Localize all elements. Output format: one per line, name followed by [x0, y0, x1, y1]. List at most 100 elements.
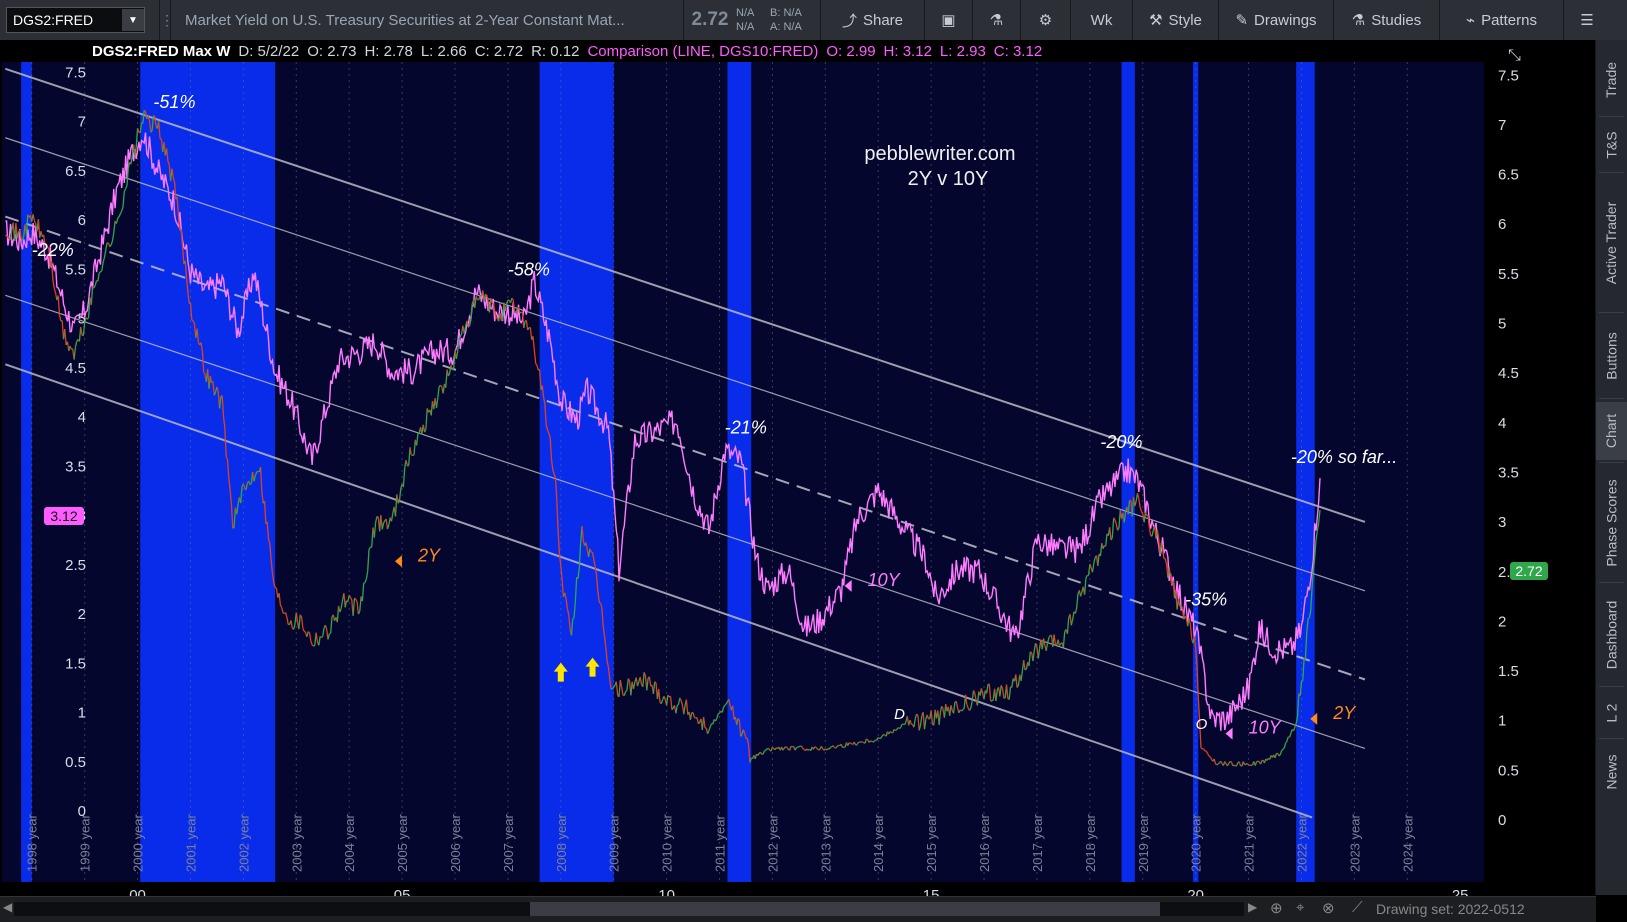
chart-annotation[interactable]: -58% [508, 260, 550, 280]
scrollbar-thumb[interactable] [530, 902, 1160, 916]
series-2y-segment [1218, 763, 1219, 764]
year-label: 2010 year [660, 814, 675, 872]
series-2y-segment [314, 645, 315, 646]
sidebar-item-news[interactable]: News [1596, 742, 1627, 802]
left-axis-tick: 4.5 [65, 360, 86, 377]
year-label: 1998 year [25, 814, 40, 872]
chart-annotation[interactable]: -22% [32, 240, 74, 260]
chart-annotation[interactable]: O [1196, 716, 1208, 733]
grip-icon[interactable]: ⋮ [160, 12, 170, 29]
year-label: 2015 year [924, 814, 939, 872]
style-button[interactable]: ⚒Style [1133, 0, 1219, 40]
bottom-bar: ◀ ▶ ⊕ ⌖ ⊗ ⟋ Drawing set: 2022-0512 [0, 896, 1596, 922]
series-2y-segment [819, 749, 820, 750]
drawings-button[interactable]: ✎Drawings [1219, 0, 1334, 40]
gear-icon: ⚙ [1039, 11, 1052, 29]
scroll-right-icon[interactable]: ▶ [1248, 900, 1257, 914]
drawing-tool-icon[interactable]: ⟋ [1352, 899, 1363, 916]
chart-annotation[interactable]: -20% so far... [1291, 447, 1397, 467]
legend-comparison[interactable]: Comparison (LINE, DGS10:FRED) [583, 43, 822, 60]
studies-button[interactable]: ⚗Studies [1334, 0, 1440, 40]
pencil-icon: ✎ [1235, 11, 1248, 29]
share-button[interactable]: ⤴Share [821, 0, 925, 40]
zoom-icon[interactable]: ⊕ [1270, 899, 1283, 917]
left-axis-tick: 0.5 [65, 754, 86, 771]
chart-annotation[interactable]: 10Y [1249, 718, 1283, 738]
series-2y-segment [101, 271, 102, 272]
left-axis-tick: 2.5 [65, 557, 86, 574]
right-axis-tick: 4 [1498, 415, 1506, 432]
series-2y-segment [677, 704, 678, 705]
drawing-set-label[interactable]: Drawing set: 2022-0512 [1376, 901, 1525, 917]
series-2y-segment [192, 320, 193, 321]
sidebar-item-level2[interactable]: L 2 [1596, 690, 1627, 736]
legend-comparison-high: H: 3.12 [880, 43, 936, 60]
gallery-icon: ▣ [941, 11, 955, 29]
year-label: 2009 year [607, 814, 622, 872]
series-2y-segment [1308, 618, 1309, 619]
series-2y-segment [856, 745, 857, 746]
legend-date: D: 5/2/22 [234, 43, 303, 60]
legend-symbol[interactable]: DGS2:FRED Max W [88, 43, 234, 60]
menu-button[interactable]: ☰ [1564, 0, 1610, 40]
crosshair-icon[interactable]: ⌖ [1296, 899, 1304, 916]
series-2y-segment [899, 728, 900, 729]
flask-button[interactable]: ⚗ [973, 0, 1021, 40]
series-2y-segment [612, 687, 613, 688]
sidebar-item-ts[interactable]: T&S [1596, 120, 1627, 170]
sidebar-item-buttons[interactable]: Buttons [1596, 316, 1627, 396]
sidebar-item-phase-scores[interactable]: Phase Scores [1596, 466, 1627, 580]
year-label: 2024 year [1400, 814, 1415, 872]
year-label: 2005 year [395, 814, 410, 872]
series-2y-segment [364, 583, 365, 584]
sidebar-divider [1599, 738, 1624, 739]
chevron-down-icon[interactable]: ▼ [122, 9, 144, 31]
left-axis-tick: 6 [78, 212, 86, 229]
chart-annotation[interactable]: -20% [1100, 432, 1142, 452]
series-2y-segment [452, 369, 453, 370]
price-chart[interactable]: 1998 year1999 year2000 year2001 year2002… [0, 40, 1596, 896]
series-2y-segment [837, 745, 838, 746]
chart-annotation[interactable]: -21% [725, 417, 767, 437]
period-button[interactable]: Wk [1071, 0, 1133, 40]
bid-ask-values: N/AN/A [736, 6, 770, 34]
patterns-button[interactable]: ⌁Patterns [1440, 0, 1564, 40]
series-2y-segment [1025, 669, 1026, 670]
year-label: 2020 year [1189, 814, 1204, 872]
year-label: 2001 year [183, 814, 198, 872]
patterns-icon: ⌁ [1466, 11, 1475, 29]
series-2y-segment [1251, 765, 1252, 766]
sidebar-divider [1599, 398, 1624, 399]
sidebar-item-dashboard[interactable]: Dashboard [1596, 586, 1627, 684]
sidebar-item-active-trader[interactable]: Active Trader [1596, 178, 1627, 308]
magnet-icon[interactable]: ⊗ [1322, 899, 1335, 917]
chart-annotation[interactable]: 2Y [1332, 703, 1357, 723]
sidebar-item-trade[interactable]: Trade [1596, 46, 1627, 114]
series-2y-segment [413, 455, 414, 456]
series-2y-segment [329, 633, 330, 634]
settings-button[interactable]: ⚙ [1021, 0, 1071, 40]
series-2y-segment [144, 110, 145, 111]
scroll-left-icon[interactable]: ◀ [3, 900, 12, 914]
highlight-band [540, 62, 614, 882]
highlight-band [1296, 62, 1315, 882]
chart-annotation[interactable]: -35% [1185, 590, 1227, 610]
series-2y-segment [992, 700, 993, 701]
chart-annotation[interactable]: 2Y [417, 545, 442, 565]
x-axis-tick: 15 [923, 887, 940, 896]
symbol-selector[interactable]: DGS2:FRED ▼ [6, 7, 145, 33]
year-label: 2006 year [448, 814, 463, 872]
chart-annotation[interactable]: D [894, 706, 905, 723]
right-axis-tick: 2 [1498, 613, 1506, 630]
series-2y-segment [418, 433, 419, 434]
gallery-button[interactable]: ▣ [925, 0, 973, 40]
highlight-band [140, 62, 275, 882]
series-2y-segment [738, 719, 739, 720]
sidebar-item-chart[interactable]: Chart [1596, 402, 1627, 460]
chart-annotation[interactable]: -51% [153, 92, 195, 112]
series-2y-segment [873, 741, 874, 742]
expand-icon[interactable]: ⤡ [1508, 47, 1521, 64]
chart-annotation[interactable]: 10Y [868, 570, 902, 590]
year-label: 2023 year [1347, 814, 1362, 872]
top-toolbar: DGS2:FRED ▼ ⋮ Market Yield on U.S. Treas… [0, 0, 1627, 41]
